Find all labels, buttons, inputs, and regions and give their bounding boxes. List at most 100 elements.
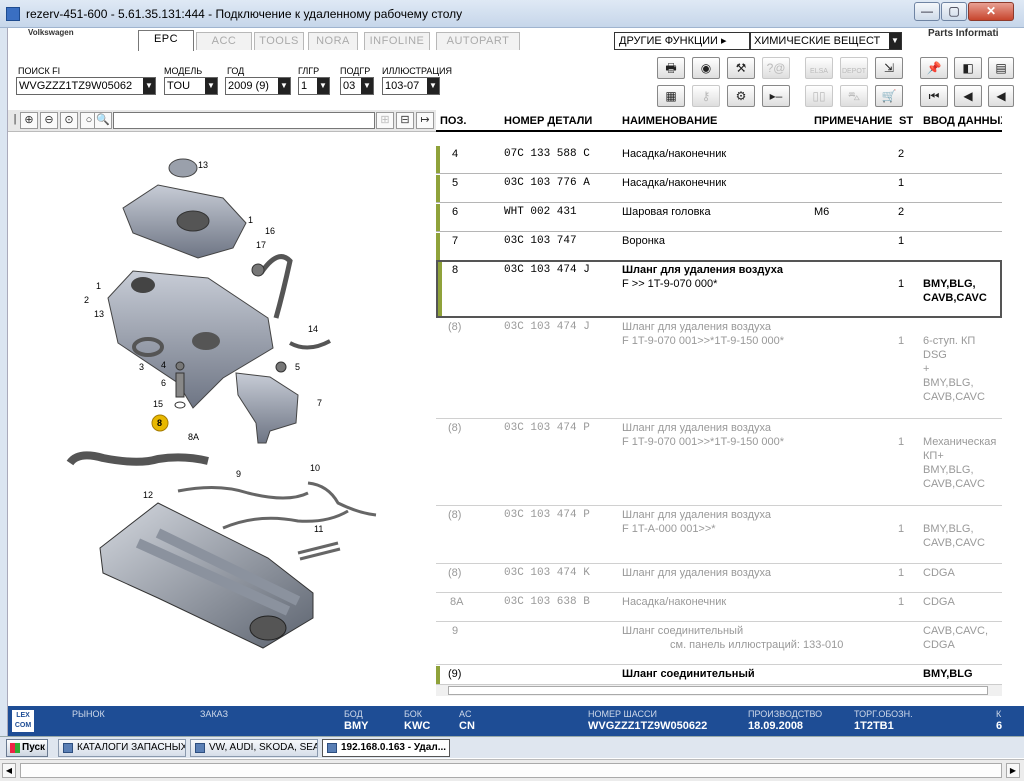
scroll-right-icon[interactable]: ▶ bbox=[1006, 763, 1020, 778]
col-st[interactable]: ST bbox=[899, 115, 913, 127]
cell-input-5: CAVB,CAVC bbox=[923, 391, 985, 403]
zoom-in-icon[interactable]: ⊕ bbox=[20, 112, 38, 129]
pin-icon[interactable]: 📌 bbox=[920, 57, 948, 79]
scroll-thumb[interactable] bbox=[20, 763, 1002, 778]
table-row[interactable]: (8) 03C 103 474 J Шланг для удаления воз… bbox=[436, 319, 1002, 419]
col-pos[interactable]: ПОЗ. bbox=[440, 115, 466, 127]
depot-icon[interactable]: DEPOT bbox=[840, 57, 868, 79]
scroll-thumb[interactable] bbox=[448, 686, 988, 695]
play-next-icon[interactable]: ▸– bbox=[762, 85, 790, 107]
help-query-icon[interactable]: ?@ bbox=[762, 57, 790, 79]
maximize-button[interactable]: ▢ bbox=[941, 2, 967, 21]
table-row[interactable]: 6 WHT 002 431 Шаровая головка M6 2 bbox=[436, 204, 1002, 232]
callout-13b: 13 bbox=[94, 309, 105, 319]
cell-input: CDGA bbox=[923, 567, 955, 579]
split-arrow-icon[interactable]: ↦ bbox=[416, 112, 434, 129]
cell-name-detail: F 1T-9-070 001>>*1T-9-150 000* bbox=[622, 335, 785, 347]
chevron-down-icon: ▼ bbox=[317, 78, 329, 94]
part-5 bbox=[275, 361, 287, 373]
first-icon[interactable]: ⏮ bbox=[920, 85, 948, 107]
table-row[interactable]: (8) 03C 103 474 P Шланг для удаления воз… bbox=[436, 420, 1002, 506]
year-value: 2009 (9) bbox=[228, 80, 269, 92]
prev-icon[interactable]: ◀ bbox=[954, 85, 982, 107]
brand-label: Volkswagen bbox=[28, 28, 74, 37]
callout-8[interactable]: 8 bbox=[157, 418, 162, 428]
close-button[interactable]: ✕ bbox=[968, 2, 1014, 21]
ball-stud bbox=[175, 372, 185, 398]
cell-st: 1 bbox=[898, 596, 905, 608]
cell-name-detail[interactable]: см. панель иллюстраций: 133-010 bbox=[670, 639, 843, 651]
cell-part-no: 07C 133 588 C bbox=[504, 148, 590, 160]
callout-13a: 13 bbox=[198, 160, 209, 170]
tab-autopart[interactable]: AUTOPART bbox=[436, 32, 520, 50]
year-select[interactable]: 2009 (9) ▼ bbox=[225, 77, 291, 95]
disc-icon[interactable]: ◉ bbox=[692, 57, 720, 79]
start-button[interactable]: Пуск bbox=[6, 739, 48, 757]
taskbar-item-catalogs[interactable]: КАТАЛОГИ ЗАПАСНЫХ ... bbox=[58, 739, 186, 757]
group-select[interactable]: 1 ▼ bbox=[298, 77, 330, 95]
zoom-handle: | bbox=[13, 113, 17, 125]
cell-part-no: 03C 103 747 bbox=[504, 235, 577, 247]
table-row[interactable]: 9 Шланг соединительный см. панель иллюст… bbox=[436, 623, 1002, 665]
minimize-button[interactable]: — bbox=[914, 2, 940, 21]
cart-arrow-icon[interactable]: ⇲ bbox=[875, 57, 903, 79]
scroll-left-icon[interactable]: ◀ bbox=[2, 763, 16, 778]
col-name[interactable]: НАИМЕНОВАНИЕ bbox=[622, 115, 717, 127]
list-back-icon[interactable]: ◧ bbox=[954, 57, 982, 79]
layout-icon[interactable]: ⊟ bbox=[396, 112, 414, 129]
table-row[interactable]: 8A 03C 103 638 B Насадка/наконечник 1 CD… bbox=[436, 594, 1002, 622]
table-row[interactable]: 4 07C 133 588 C Насадка/наконечник 2 bbox=[436, 146, 1002, 174]
car-compare-icon[interactable]: ▯▯ bbox=[805, 85, 833, 107]
app-header: Volkswagen EPC ACC TOOLS NORA INFOLINE A… bbox=[8, 28, 1024, 54]
tab-epc[interactable]: EPC bbox=[138, 30, 194, 51]
tab-tools[interactable]: TOOLS bbox=[254, 32, 304, 50]
zoom-fit-icon[interactable]: ⊙ bbox=[60, 112, 78, 129]
funnel bbox=[235, 372, 299, 444]
parts-illustration[interactable]: 13 1 16 17 2 1 13 14 3 4 5 6 7 15 8 8A 9… bbox=[8, 133, 436, 705]
prev2-icon[interactable]: ◀ bbox=[988, 85, 1014, 107]
callout-3: 3 bbox=[139, 362, 145, 372]
remote-desktop-window: rezerv-451-600 - 5.61.35.131:444 - Подкл… bbox=[0, 0, 1024, 781]
table-row[interactable]: (8) 03C 103 474 K Шланг для удаления воз… bbox=[436, 565, 1002, 593]
model-select[interactable]: TOU ▼ bbox=[164, 77, 218, 95]
illustration-select[interactable]: 103-07 ▼ bbox=[382, 77, 440, 95]
col-part-no[interactable]: НОМЕР ДЕТАЛИ bbox=[504, 115, 592, 127]
car-tools-icon[interactable]: ⚒ bbox=[727, 57, 755, 79]
window-horizontal-scrollbar[interactable]: ◀ ▶ bbox=[0, 759, 1024, 781]
table-row[interactable]: 5 03C 103 776 A Насадка/наконечник 1 bbox=[436, 175, 1002, 203]
cell-name: Шланг для удаления воздуха bbox=[622, 567, 771, 579]
taskbar-item-remote[interactable]: 192.168.0.163 - Удал... bbox=[322, 739, 450, 757]
chemicals-select[interactable]: ХИМИЧЕСКИЕ ВЕЩЕСТ ▼ bbox=[750, 32, 902, 50]
tab-infoline[interactable]: INFOLINE bbox=[364, 32, 430, 50]
cell-pos: (8) bbox=[448, 321, 462, 333]
tab-nora[interactable]: NORA bbox=[308, 32, 358, 50]
bike-icon[interactable]: ⚙ bbox=[727, 85, 755, 107]
magnifier-icon[interactable]: 🔍 bbox=[94, 112, 112, 129]
tab-acc[interactable]: ACC bbox=[196, 32, 252, 50]
cart-icon[interactable]: 🛒 bbox=[875, 85, 903, 107]
elsa-icon[interactable]: ELSA bbox=[805, 57, 833, 79]
zoom-input[interactable] bbox=[113, 112, 375, 129]
taskbar-item-vw[interactable]: VW, AUDI, SKODA, SEAT bbox=[190, 739, 318, 757]
table-horizontal-scrollbar[interactable] bbox=[436, 684, 1002, 696]
printer-icon[interactable]: 🖶 bbox=[657, 57, 685, 79]
col-input[interactable]: ВВОД ДАННЫХ bbox=[923, 115, 1002, 127]
key-icon[interactable]: ⚷ bbox=[692, 85, 720, 107]
engine-diagram bbox=[66, 158, 377, 649]
subgroup-select[interactable]: 03 ▼ bbox=[340, 77, 374, 95]
col-note[interactable]: ПРИМЕЧАНИЕ bbox=[814, 115, 893, 127]
table-row[interactable]: 7 03C 103 747 Воронка 1 bbox=[436, 233, 1002, 261]
search-vin-field[interactable]: WVGZZZ1TZ9W05062 ▼ bbox=[16, 77, 156, 95]
table-row-selected[interactable]: 8 03C 103 474 J Шланг для удаления возду… bbox=[436, 260, 1002, 318]
grid-icon[interactable]: ⊞ bbox=[376, 112, 394, 129]
list-icon[interactable]: ▤ bbox=[988, 57, 1014, 79]
zoom-toolbar: | ⊕ ⊖ ⊙ ○ 🔍 ⊞ ⊟ ↦ bbox=[8, 110, 436, 132]
car-broken-icon[interactable]: ⛍ bbox=[840, 85, 868, 107]
breather-hose bbox=[258, 254, 293, 319]
table-row[interactable]: (8) 03C 103 474 P Шланг для удаления воз… bbox=[436, 507, 1002, 564]
zoom-out-icon[interactable]: ⊖ bbox=[40, 112, 58, 129]
table-icon[interactable]: ▦ bbox=[657, 85, 685, 107]
other-functions-menu[interactable]: ДРУГИЕ ФУНКЦИИ ▸ bbox=[614, 32, 750, 50]
table-row[interactable]: (9) Шланг соединительный BMY,BLG bbox=[436, 666, 1002, 686]
cell-name-detail: F >> 1T-9-070 000* bbox=[622, 278, 718, 290]
